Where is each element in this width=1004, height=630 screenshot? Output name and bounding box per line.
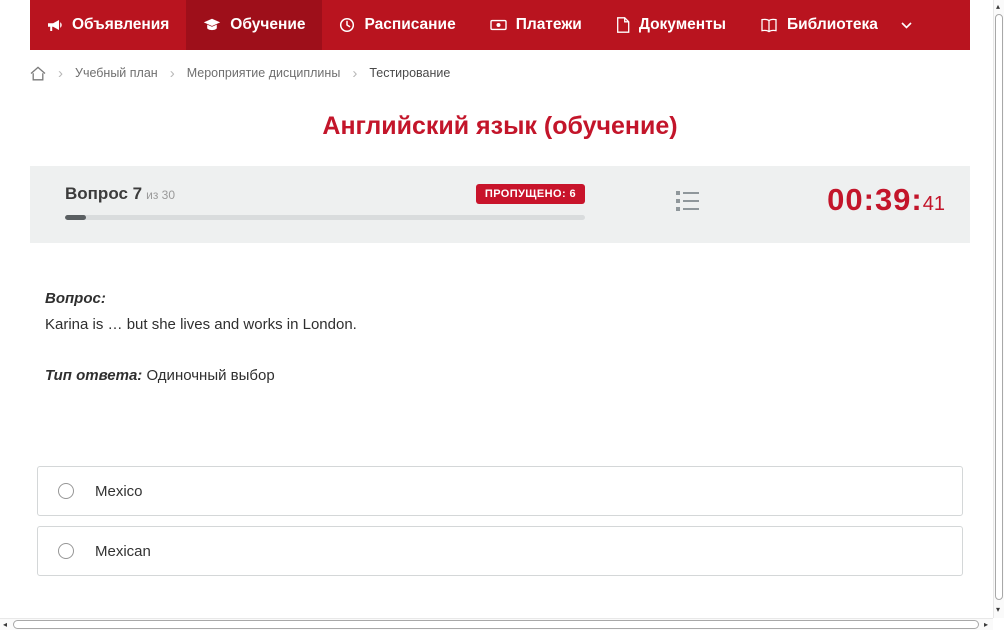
breadcrumb-item-testing: Тестирование [369,66,451,80]
nav-item-label: Документы [638,16,726,33]
question-text: Karina is … but she lives and works in L… [45,316,357,333]
horizontal-scrollbar[interactable]: ◂ ▸ [0,618,993,630]
answer-type-label: Тип ответа: [45,367,143,384]
quiz-status-card: Вопрос 7 из 30 ПРОПУЩЕНО: 6 00:39: 41 [30,166,970,243]
question-counter-row: Вопрос 7 из 30 ПРОПУЩЕНО: 6 [65,184,585,204]
timer: 00:39: 41 [827,182,945,218]
nav-item-label: Библиотека [787,16,878,33]
scroll-up-arrow[interactable]: ▴ [996,3,1000,11]
scroll-down-arrow[interactable]: ▾ [996,606,1000,614]
chevron-down-icon[interactable] [901,21,912,29]
breadcrumb-separator: › [169,64,175,82]
page-title: Английский язык (обучение) [322,112,678,140]
book-icon [760,18,778,33]
answer-option-1[interactable]: Mexico [37,466,963,516]
question-number: Вопрос 7 [65,184,143,203]
clock-icon [339,17,355,33]
breadcrumb-separator: › [352,64,358,82]
nav-item-documents[interactable]: Документы [599,0,743,50]
breadcrumb-item-curriculum[interactable]: Учебный план [75,66,158,80]
document-icon [616,17,630,33]
scroll-left-arrow[interactable]: ◂ [3,621,7,629]
nav-item-label: Обучение [230,16,306,33]
answer-options: Mexico Mexican [37,466,963,586]
megaphone-icon [47,17,63,33]
answer-option-label: Mexican [95,542,151,560]
progress-fill [65,215,86,220]
graduation-cap-icon [203,18,221,33]
nav-item-label: Объявления [72,16,170,33]
radio-icon[interactable] [58,483,74,499]
question-label: Вопрос: [45,290,106,307]
nav-item-payments[interactable]: Платежи [473,0,599,50]
breadcrumb: › Учебный план › Мероприятие дисциплины … [30,61,450,85]
scrollbar-corner [993,618,1004,630]
radio-icon[interactable] [58,543,74,559]
nav-item-library[interactable]: Библиотека [743,0,929,50]
scroll-right-arrow[interactable]: ▸ [984,621,988,629]
nav-item-announcements[interactable]: Объявления [30,0,186,50]
timer-hours-minutes: 00:39: [827,182,923,217]
top-navigation: Объявления Обучение Расписание Платежи Д… [30,0,970,50]
timer-seconds: 41 [922,193,945,215]
question-total: из 30 [146,188,175,202]
question-list-icon[interactable] [676,190,700,215]
home-icon[interactable] [30,66,46,81]
answer-type-row: Тип ответа: Одиночный выбор [45,367,945,384]
progress-bar [65,215,585,220]
breadcrumb-separator: › [58,64,63,82]
answer-option-2[interactable]: Mexican [37,526,963,576]
nav-item-schedule[interactable]: Расписание [322,0,472,50]
question-progress-area: Вопрос 7 из 30 ПРОПУЩЕНО: 6 [65,184,585,220]
answer-type-value: Одиночный выбор [146,367,275,384]
vertical-scrollbar[interactable]: ▴ ▾ [993,0,1004,618]
banknote-icon [490,17,507,33]
skipped-badge: ПРОПУЩЕНО: 6 [475,184,585,204]
nav-item-label: Платежи [515,16,582,33]
horizontal-scroll-thumb[interactable] [13,620,979,629]
question-counter: Вопрос 7 из 30 [65,184,175,204]
nav-item-education[interactable]: Обучение [186,0,323,50]
answer-option-label: Mexico [95,482,143,500]
breadcrumb-item-discipline-event[interactable]: Мероприятие дисциплины [187,66,341,80]
nav-item-label: Расписание [364,16,456,33]
vertical-scroll-thumb[interactable] [995,14,1003,600]
question-block: Вопрос: Karina is … but she lives and wo… [45,290,945,384]
